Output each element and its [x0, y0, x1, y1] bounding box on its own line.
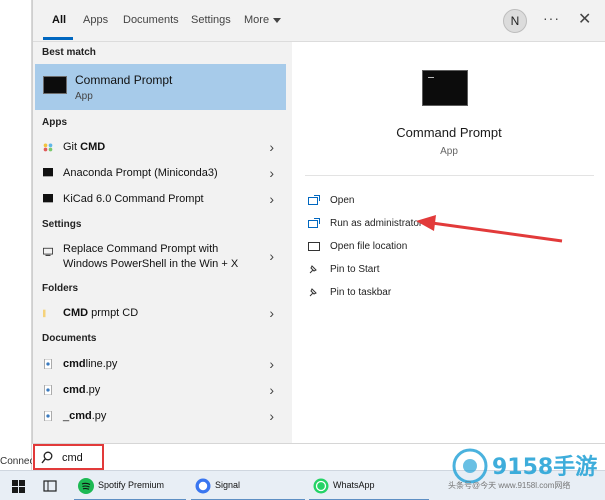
list-item-document[interactable]: cmdline.py ›	[35, 351, 286, 377]
left-edge-strip	[0, 0, 32, 470]
action-label: Run as administrator	[330, 218, 423, 229]
chevron-right-icon[interactable]: ›	[269, 165, 274, 181]
list-item-label: KiCad 6.0 Command Prompt	[63, 193, 204, 205]
close-icon[interactable]: ✕	[578, 9, 591, 29]
taskbar-label: WhatsApp	[333, 480, 375, 490]
action-pin-to-start[interactable]: Pin to Start	[308, 261, 508, 281]
action-label: Pin to Start	[330, 264, 380, 275]
list-item-anaconda[interactable]: Anaconda Prompt (Miniconda3) ›	[35, 160, 286, 186]
python-file-icon	[44, 411, 52, 421]
results-list: Best match Command Prompt App Apps Git C…	[33, 42, 292, 443]
tab-all[interactable]: All	[52, 14, 66, 26]
list-item-label: CMD prmpt CD	[63, 307, 139, 319]
list-item-label: cmd.py	[63, 384, 101, 396]
list-item-setting-replace[interactable]: Replace Command Prompt with Windows Powe…	[35, 238, 286, 274]
section-settings: Settings	[42, 219, 82, 230]
tab-apps[interactable]: Apps	[83, 14, 108, 26]
list-item-git-cmd[interactable]: Git CMD ›	[35, 134, 286, 160]
open-icon	[308, 195, 320, 205]
best-match-item[interactable]: Command Prompt App	[35, 64, 286, 110]
search-input[interactable]: cmd	[33, 444, 104, 470]
action-open[interactable]: Open	[308, 192, 508, 212]
shield-admin-icon	[308, 218, 320, 228]
search-tabs-bar: All Apps Documents Settings More N ··· ✕	[33, 0, 605, 42]
detail-title: Command Prompt	[396, 125, 502, 140]
windows-start-icon[interactable]	[12, 480, 25, 493]
chevron-right-icon[interactable]: ›	[269, 408, 274, 424]
section-documents: Documents	[42, 333, 97, 344]
list-item-label-line2: Windows PowerShell in the Win + X	[63, 258, 239, 270]
signal-icon	[195, 478, 211, 494]
whatsapp-icon	[313, 478, 329, 494]
action-label: Pin to taskbar	[330, 287, 392, 298]
taskbar-label: Signal	[215, 480, 241, 490]
command-prompt-icon	[43, 76, 67, 94]
section-apps: Apps	[42, 117, 67, 128]
list-item-label: cmdline.py	[63, 358, 118, 370]
watermark-caption: 头条号@今天 www.9158l.com网络	[448, 481, 571, 490]
chevron-right-icon[interactable]: ›	[269, 356, 274, 372]
python-file-icon	[44, 359, 52, 369]
task-view-icon[interactable]	[43, 479, 57, 493]
chevron-right-icon[interactable]: ›	[269, 139, 274, 155]
chevron-right-icon[interactable]: ›	[269, 382, 274, 398]
git-icon	[43, 143, 53, 152]
connect-text: Connec	[0, 456, 35, 467]
folder-icon	[43, 309, 46, 318]
action-label: Open file location	[330, 241, 408, 252]
chevron-right-icon[interactable]: ›	[269, 305, 274, 321]
best-match-name: Command Prompt	[75, 73, 173, 87]
command-prompt-icon	[422, 70, 468, 106]
list-item-label: Git CMD	[63, 141, 106, 153]
chevron-down-icon	[273, 17, 282, 23]
tab-settings[interactable]: Settings	[191, 14, 231, 26]
terminal-icon	[43, 194, 53, 203]
taskbar-label: Spotify Premium	[98, 480, 165, 490]
chevron-right-icon[interactable]: ›	[269, 248, 274, 264]
list-item-document[interactable]: _cmd.py ›	[35, 403, 286, 429]
section-best-match: Best match	[42, 47, 96, 58]
folder-location-icon	[308, 242, 320, 251]
spotify-icon	[78, 478, 94, 494]
list-item-label: Anaconda Prompt (Miniconda3)	[63, 167, 218, 179]
taskbar-item-whatsapp[interactable]: WhatsApp	[309, 471, 429, 500]
action-label: Open	[330, 195, 355, 206]
list-item-label: _cmd.py	[63, 410, 107, 422]
terminal-icon	[43, 168, 53, 177]
taskbar-item-signal[interactable]: Signal	[191, 471, 305, 500]
list-item-folder[interactable]: CMD prmpt CD ›	[35, 300, 286, 326]
avatar[interactable]: N	[503, 9, 527, 33]
more-options-icon[interactable]: ···	[543, 10, 560, 26]
list-item-kicad[interactable]: KiCad 6.0 Command Prompt ›	[35, 186, 286, 212]
pin-icon	[309, 288, 317, 297]
list-item-document[interactable]: cmd.py ›	[35, 377, 286, 403]
list-item-label-line1: Replace Command Prompt with	[63, 243, 219, 255]
watermark-logo-text: 9158手游	[492, 454, 597, 480]
best-match-type: App	[75, 91, 93, 102]
chevron-right-icon[interactable]: ›	[269, 191, 274, 207]
action-pin-to-taskbar[interactable]: Pin to taskbar	[308, 284, 508, 304]
annotation-arrow	[416, 215, 563, 243]
search-input-value: cmd	[62, 452, 83, 464]
pin-icon	[309, 265, 317, 274]
active-tab-indicator	[43, 37, 73, 40]
tab-more[interactable]: More	[244, 14, 282, 26]
tab-documents[interactable]: Documents	[123, 14, 179, 26]
divider	[305, 175, 594, 176]
monitor-icon	[43, 247, 53, 256]
section-folders: Folders	[42, 283, 79, 294]
search-icon	[41, 451, 53, 464]
watermark-logo: 9158手游	[452, 448, 597, 484]
python-file-icon	[44, 385, 52, 395]
tab-more-label: More	[244, 14, 270, 26]
taskbar-item-spotify[interactable]: Spotify Premium	[74, 471, 186, 500]
detail-subtitle: App	[440, 146, 458, 157]
